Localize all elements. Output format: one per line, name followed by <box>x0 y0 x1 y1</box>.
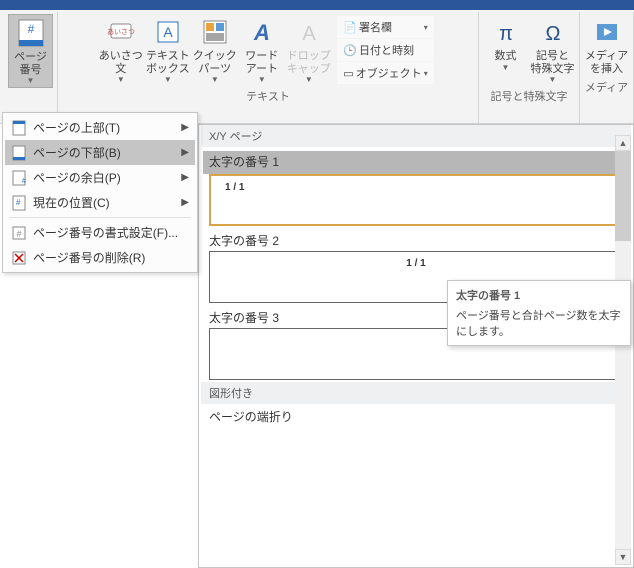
media-button[interactable]: メディア を挿入 <box>584 14 629 77</box>
format-icon: # <box>11 225 27 241</box>
group-media: メディア を挿入 メディア <box>580 12 634 123</box>
title-bar <box>0 0 634 10</box>
menu-separator <box>9 217 191 218</box>
gallery-item-label: 太字の番号 2 <box>209 232 623 251</box>
dropcap-icon: A <box>293 16 325 48</box>
object-button[interactable]: ▭オブジェクト▾ <box>337 62 433 84</box>
gallery-item-bold1[interactable]: 太字の番号 1 1 / 1 <box>201 147 631 228</box>
symbol-icon: Ω <box>537 16 569 48</box>
scroll-down-icon[interactable]: ▼ <box>615 549 631 565</box>
page-number-label: ページ番号 <box>9 51 52 76</box>
page-number-menu: ページの上部(T)▶ ページの下部(B)▶ # ページの余白(P)▶ # 現在の… <box>2 112 198 273</box>
group-symbols: π 数式▼ Ω 記号と 特殊文字▼ 記号と特殊文字 <box>479 12 580 123</box>
page-number-gallery: X/Y ページ 太字の番号 1 1 / 1 太字の番号 2 1 / 1 太字の番… <box>198 124 634 568</box>
datetime-icon: 🕒 <box>343 44 357 57</box>
page-bottom-icon <box>11 145 27 161</box>
svg-text:#: # <box>27 22 34 36</box>
page-number-icon: # <box>15 17 47 49</box>
svg-text:Ω: Ω <box>545 23 560 45</box>
gallery-item-label: ページの端折り <box>209 408 623 427</box>
group-media-label: メディア <box>585 77 628 97</box>
gallery-section-xy: X/Y ページ <box>201 125 631 147</box>
page-top-icon <box>11 120 27 136</box>
datetime-button[interactable]: 🕒日付と時刻 <box>337 39 433 61</box>
menu-page-margin[interactable]: # ページの余白(P)▶ <box>5 165 195 190</box>
scroll-up-icon[interactable]: ▲ <box>615 135 631 151</box>
object-icon: ▭ <box>343 67 353 80</box>
textbox-icon: A <box>152 16 184 48</box>
chevron-right-icon: ▶ <box>181 172 189 183</box>
svg-text:π: π <box>499 23 513 45</box>
group-symbols-label: 記号と特殊文字 <box>491 86 568 106</box>
equation-button[interactable]: π 数式▼ <box>483 14 528 86</box>
chevron-down-icon: ▼ <box>27 76 35 85</box>
menu-current-position[interactable]: # 現在の位置(C)▶ <box>5 190 195 215</box>
group-text-label: テキスト <box>246 86 290 106</box>
group-text: あいさつ あいさつ文▼ A テキスト ボックス▼ クイック パーツ▼ A ワード… <box>58 12 479 123</box>
gallery-item-label: 太字の番号 1 <box>203 151 629 174</box>
scroll-thumb[interactable] <box>615 151 631 241</box>
greeting-icon: あいさつ <box>105 16 137 48</box>
svg-text:A: A <box>163 24 173 40</box>
menu-page-bottom[interactable]: ページの下部(B)▶ <box>5 140 195 165</box>
aisatsu-button[interactable]: あいさつ あいさつ文▼ <box>98 14 143 86</box>
wordart-icon: A <box>246 16 278 48</box>
remove-icon <box>11 250 27 266</box>
tooltip-body: ページ番号と合計ページ数を太字にします。 <box>456 307 622 339</box>
media-icon <box>591 16 623 48</box>
svg-text:#: # <box>16 229 21 239</box>
symbol-button[interactable]: Ω 記号と 特殊文字▼ <box>530 14 575 86</box>
quickparts-button[interactable]: クイック パーツ▼ <box>192 14 237 86</box>
tooltip-title: 太字の番号 1 <box>456 287 622 303</box>
signature-icon: 📄 <box>343 21 357 34</box>
textbox-button[interactable]: A テキスト ボックス▼ <box>145 14 190 86</box>
chevron-right-icon: ▶ <box>181 197 189 208</box>
dropcap-button: A ドロップ キャップ▼ <box>286 14 331 86</box>
group-header-footer: # ページ番号 ▼ <box>4 12 58 123</box>
menu-remove-page-number[interactable]: ページ番号の削除(R) <box>5 245 195 270</box>
menu-page-top[interactable]: ページの上部(T)▶ <box>5 115 195 140</box>
chevron-right-icon: ▶ <box>181 147 189 158</box>
gallery-section-shape: 図形付き <box>201 382 631 404</box>
wordart-button[interactable]: A ワード アート▼ <box>239 14 284 86</box>
page-number-button[interactable]: # ページ番号 ▼ <box>8 14 53 88</box>
equation-icon: π <box>490 16 522 48</box>
signature-line-button[interactable]: 📄署名欄▾ <box>337 16 433 38</box>
svg-text:A: A <box>253 20 270 45</box>
menu-format-page-number[interactable]: # ページ番号の書式設定(F)... <box>5 220 195 245</box>
ribbon: # ページ番号 ▼ あいさつ あいさつ文▼ A テキスト ボックス▼ クイック … <box>0 10 634 124</box>
current-position-icon: # <box>11 195 27 211</box>
gallery-item-shape1[interactable]: ページの端折り <box>201 404 631 429</box>
svg-text:あいさつ: あいさつ <box>107 28 135 36</box>
tooltip: 太字の番号 1 ページ番号と合計ページ数を太字にします。 <box>447 280 631 346</box>
page-margin-icon: # <box>11 170 27 186</box>
svg-text:#: # <box>22 178 26 185</box>
chevron-right-icon: ▶ <box>181 122 189 133</box>
svg-text:#: # <box>16 198 21 207</box>
svg-text:A: A <box>302 23 316 45</box>
gallery-scrollbar[interactable]: ▲ ▼ <box>615 135 631 565</box>
quickparts-icon <box>199 16 231 48</box>
